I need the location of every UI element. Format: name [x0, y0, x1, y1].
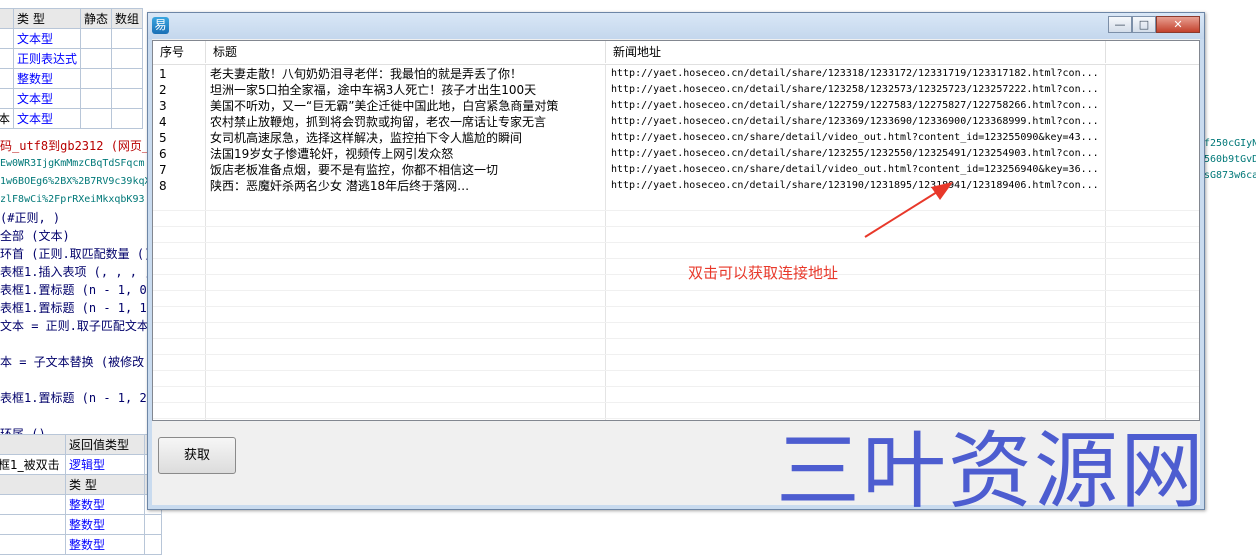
- param-type-cell[interactable]: 整数型: [65, 514, 145, 535]
- param-type-cell[interactable]: 整数型: [65, 494, 145, 515]
- code-line: (#正则, ): [0, 211, 61, 225]
- var-type-cell[interactable]: 文本型: [13, 108, 82, 129]
- code-line: 表框1.置标题 (n - 1, 2,: [0, 391, 150, 405]
- param-type-header: 类 型: [65, 474, 145, 495]
- var-type-cell[interactable]: 整数型: [13, 68, 82, 89]
- var-type-cell[interactable]: 文本型: [13, 88, 82, 109]
- col-array-header: 数组: [111, 8, 144, 29]
- return-type-header: 返回值类型: [65, 434, 145, 455]
- code-fragment: f250cGIyN: [1204, 138, 1256, 149]
- maximize-icon[interactable]: □: [1132, 16, 1156, 33]
- code-lines: 码_utf8到gb2312 (网页_访 Ew0WR3IjgKmMmzCBqTdSF…: [0, 137, 150, 443]
- code-line: 表框1.置标题 (n - 1, 1,: [0, 301, 150, 315]
- code-line: 文本 = 正则.取子匹配文本: [0, 319, 149, 333]
- close-icon[interactable]: ✕: [1156, 16, 1200, 33]
- code-line: 环首 (正则.取匹配数量 (),: [0, 247, 150, 261]
- code-line: 本 = 子文本替换 (被修改: [0, 355, 145, 369]
- watermark-logo: 三叶资源网: [776, 422, 1207, 520]
- var-name-cut: 本: [0, 108, 15, 129]
- code-line: 1w6BOEg6%2BX%2B7RV9c39kqX: [0, 176, 150, 187]
- code-line: 全部 (文本): [0, 229, 70, 243]
- fetch-button[interactable]: 获取: [158, 437, 236, 474]
- news-list-view[interactable]: 序号 标题 新闻地址 1 老夫妻走散！八旬奶奶泪寻老伴：我最怕的就是弄丢了你！ ht…: [152, 40, 1200, 421]
- code-line: 码_utf8到gb2312 (网页_访: [0, 139, 150, 153]
- code-line: zlF8wCi%2FprRXeiMkxqbK93: [0, 194, 145, 205]
- col-type-header: 类 型: [13, 8, 82, 29]
- subroutine-name[interactable]: 框1_被双击: [0, 454, 66, 475]
- annotation-arrow: [864, 182, 953, 238]
- code-line: Ew0WR3IjgKmMmzCBqTdSFqcm: [0, 158, 145, 169]
- code-fragment: sG873w6ca: [1204, 170, 1256, 181]
- right-code-fragments: f250cGIyN 560b9tGvD sG873w6ca: [1204, 136, 1256, 184]
- code-fragment: 560b9tGvD: [1204, 154, 1256, 165]
- variable-table: 类 型 静态 数组 文本型 正则表达式 整数型 文本型 本文本型: [0, 8, 144, 129]
- code-line: 表框1.置标题 (n - 1, 0,: [0, 283, 150, 297]
- var-type-cell[interactable]: 正则表达式: [13, 48, 82, 69]
- window-controls: — □ ✕: [1108, 16, 1200, 34]
- title-bar[interactable]: 易 — □ ✕: [148, 13, 1204, 39]
- var-type-cell[interactable]: 文本型: [13, 28, 82, 49]
- minimize-icon[interactable]: —: [1108, 16, 1132, 33]
- return-type-cell[interactable]: 逻辑型: [65, 454, 145, 475]
- subroutine-table: 返回值类型 框1_被双击 逻辑型 类 型 整数型 整数型 整数型: [0, 434, 162, 555]
- col-static-header: 静态: [80, 8, 113, 29]
- code-line: 表框1.插入表项 (, , , ,: [0, 265, 150, 279]
- app-icon: 易: [152, 17, 169, 34]
